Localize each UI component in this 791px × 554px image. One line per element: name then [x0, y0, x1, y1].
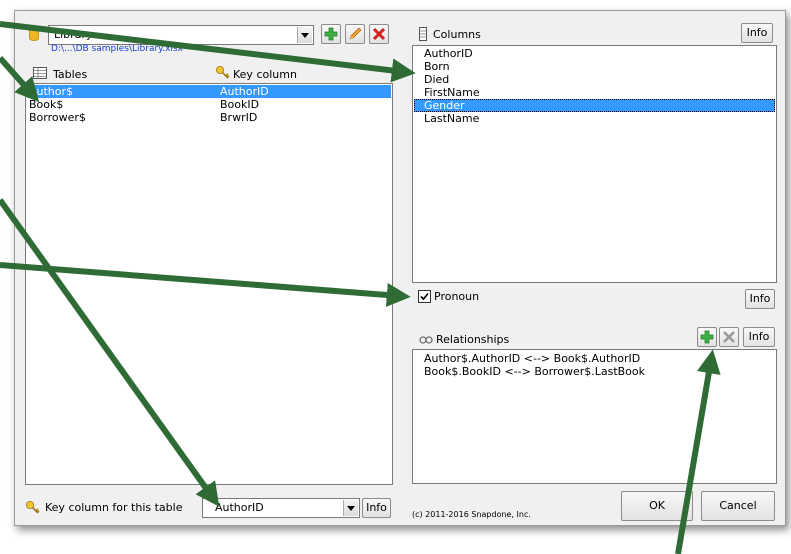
- datasource-path[interactable]: D:\...\DB samples\Library.xlsx: [51, 44, 183, 54]
- table-name: Borrower$: [29, 111, 86, 124]
- tables-list[interactable]: Author$ AuthorID Book$ BookID Borrower$ …: [25, 83, 393, 485]
- columns-icon: [419, 27, 427, 41]
- chevron-down-icon[interactable]: [297, 27, 312, 43]
- pronoun-info-button[interactable]: Info: [745, 289, 775, 309]
- copyright-text: (c) 2011-2016 Snapdone, Inc.: [412, 510, 531, 519]
- add-datasource-button[interactable]: [321, 24, 341, 44]
- ok-button[interactable]: OK: [621, 491, 693, 521]
- table-key: AuthorID: [220, 85, 269, 98]
- add-icon: [700, 330, 714, 344]
- add-relationship-button[interactable]: [697, 327, 717, 347]
- column-item[interactable]: Gender: [414, 99, 775, 112]
- key-icon: [215, 65, 231, 79]
- key-column-label: Key column for this table: [45, 501, 183, 514]
- delete-icon: [372, 27, 386, 41]
- datasource-dropdown[interactable]: Library: [48, 25, 314, 45]
- column-item[interactable]: LastName: [414, 112, 775, 125]
- table-name: Book$: [29, 98, 64, 111]
- table-key: BrwrID: [220, 111, 258, 124]
- key-icon: [25, 500, 41, 514]
- chevron-down-icon[interactable]: [343, 500, 358, 516]
- table-row[interactable]: Book$ BookID: [27, 98, 391, 111]
- key-column-info-button[interactable]: Info: [362, 498, 391, 518]
- columns-info-button[interactable]: Info: [741, 23, 773, 43]
- delete-relationship-button[interactable]: [719, 327, 739, 347]
- key-column-dropdown[interactable]: AuthorID: [202, 498, 360, 518]
- pronoun-label[interactable]: Pronoun: [434, 290, 479, 303]
- columns-header: Columns: [433, 28, 481, 41]
- table-key: BookID: [220, 98, 260, 111]
- cancel-button[interactable]: Cancel: [701, 491, 775, 521]
- column-item[interactable]: Born: [414, 60, 775, 73]
- database-icon: [29, 27, 39, 41]
- tables-header: Tables: [53, 68, 88, 81]
- add-icon: [324, 27, 338, 41]
- table-name: Author$: [29, 85, 74, 98]
- delete-icon: [723, 331, 735, 343]
- table-row[interactable]: Borrower$ BrwrID: [27, 111, 391, 124]
- column-item[interactable]: FirstName: [414, 86, 775, 99]
- key-column-value: AuthorID: [215, 501, 264, 514]
- relationships-list[interactable]: Author$.AuthorID <--> Book$.AuthorID Boo…: [412, 349, 777, 484]
- key-column-header: Key column: [233, 68, 297, 81]
- relationship-item[interactable]: Author$.AuthorID <--> Book$.AuthorID: [414, 352, 775, 365]
- edit-icon: [349, 27, 362, 40]
- relationship-item[interactable]: Book$.BookID <--> Borrower$.LastBook: [414, 365, 775, 378]
- relationships-info-button[interactable]: Info: [743, 327, 775, 347]
- edit-datasource-button[interactable]: [345, 24, 365, 44]
- dialog-window: Library D:\...\DB samples\Library.xlsx T…: [14, 10, 786, 526]
- delete-datasource-button[interactable]: [369, 24, 389, 44]
- column-item[interactable]: Died: [414, 73, 775, 86]
- table-row[interactable]: Author$ AuthorID: [27, 85, 391, 98]
- relationships-header: Relationships: [436, 333, 510, 346]
- pronoun-checkbox[interactable]: [418, 290, 431, 303]
- table-icon: [33, 67, 47, 79]
- datasource-value: Library: [54, 28, 93, 41]
- columns-list[interactable]: AuthorID Born Died FirstName Gender Last…: [412, 45, 777, 283]
- checkmark-icon: [420, 292, 429, 301]
- column-item[interactable]: AuthorID: [414, 47, 775, 60]
- relationships-icon: [419, 335, 433, 345]
